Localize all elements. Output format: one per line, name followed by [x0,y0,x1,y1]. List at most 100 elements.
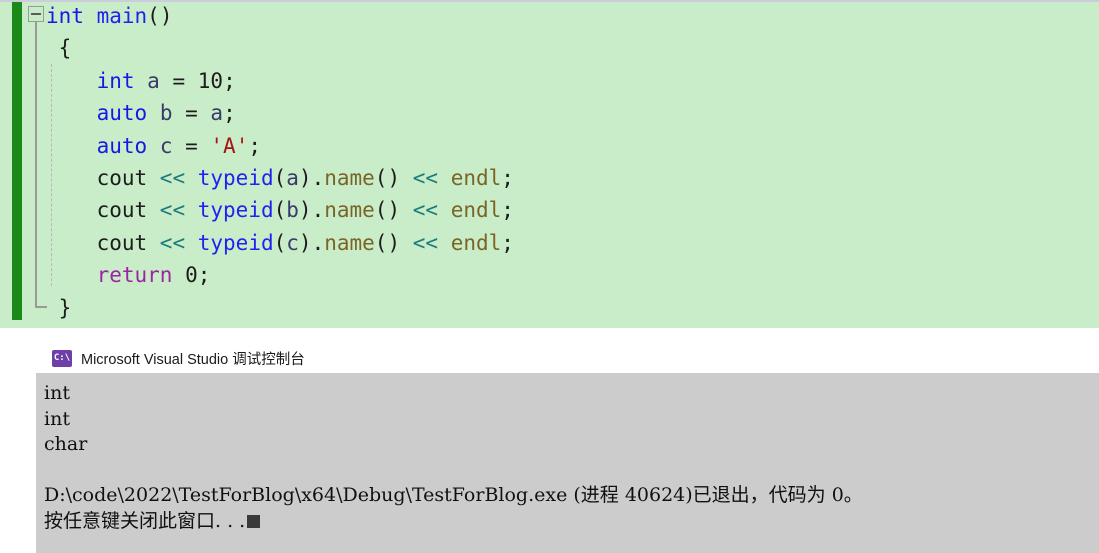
code-token: ). [298,230,325,255]
console-output-text: int int char D:\code\2022\TestForBlog\x64\D… [44,381,1099,534]
code-token: ( [273,165,287,190]
code-token: cout [96,165,160,190]
code-token: () [374,198,413,223]
console-window-title: Microsoft Visual Studio 调试控制台 [81,352,305,368]
code-token: cout [96,198,160,223]
code-token: << [159,165,186,190]
code-line: cout << typeid(b).name() << endl; [46,194,514,226]
console-line: D:\code\2022\TestForBlog\x64\Debug\TestF… [44,484,863,506]
code-token: auto [96,101,148,126]
code-token: b [159,101,173,126]
code-token: name [324,165,375,190]
code-token: << [412,198,439,223]
code-token: typeid [197,165,274,190]
code-line: int main() [46,0,514,32]
console-line: int [44,407,70,430]
code-token: a [286,165,299,190]
code-token: ; [197,263,211,288]
code-line: auto c = 'A'; [46,130,514,162]
console-title-bar[interactable]: C:\ Microsoft Visual Studio 调试控制台 [36,344,1099,373]
code-editor-pane[interactable]: int main() { int a = 10; auto b = a; aut… [0,0,1099,328]
code-token: { [58,36,72,61]
code-line: { [46,32,514,64]
command-prompt-icon: C:\ [52,350,72,367]
code-token: ; [501,230,514,255]
code-token: ; [223,68,236,93]
editor-indicator-margin[interactable] [0,2,12,328]
code-token: () [374,165,413,190]
code-token: ; [223,101,236,126]
code-line: cout << typeid(c).name() << endl; [46,227,514,259]
code-line: return 0; [46,259,514,291]
debug-console-window[interactable]: C:\ Microsoft Visual Studio 调试控制台 int int… [36,344,1099,553]
collapse-outline-icon[interactable] [28,6,44,22]
code-token: ; [501,165,514,190]
code-token: int [46,4,84,28]
code-token: typeid [197,230,274,255]
code-token: endl [450,165,502,190]
code-line: cout << typeid(a).name() << endl; [46,162,514,194]
code-token: main [96,4,148,28]
code-token: 'A' [210,133,249,158]
source-code-text[interactable]: int main() { int a = 10; auto b = a; aut… [46,0,514,324]
console-line: char [44,433,88,455]
code-token: = [159,68,198,93]
code-token: = [172,101,211,126]
code-token: ; [501,198,514,223]
code-token: return [96,263,173,288]
code-token: = [172,133,211,158]
code-token: ; [248,133,261,158]
code-token: << [412,230,439,255]
code-token: } [58,295,72,320]
code-token: endl [450,198,502,223]
console-output-area[interactable]: int int char D:\code\2022\TestForBlog\x64\D… [36,373,1099,553]
screenshot-root: int main() { int a = 10; auto b = a; aut… [0,0,1099,553]
code-token: << [412,165,439,190]
code-line: int a = 10; [46,65,514,97]
code-token: c [159,133,173,158]
console-cursor [247,514,261,528]
code-token: endl [450,230,502,255]
code-token: auto [96,133,148,158]
command-prompt-icon-glyph: C:\ [53,353,71,363]
unsaved-change-bar [12,2,22,320]
code-token: cout [96,230,160,255]
code-fold-bracket [35,22,37,308]
code-token: typeid [197,198,274,223]
console-line: int [44,382,70,404]
code-token: ( [273,230,287,255]
code-token: << [159,198,186,223]
code-token: << [159,230,186,255]
console-prompt-line: 按任意键关闭此窗口. . . [44,509,1099,535]
code-line: auto b = a; [46,97,514,129]
code-token: 10 [197,68,224,93]
code-token: name [324,230,375,255]
code-token: b [286,198,299,223]
code-token: a [147,68,160,93]
code-token: a [210,101,224,126]
code-token: 0 [185,263,198,288]
code-token: ). [298,198,325,223]
code-token: name [324,198,375,223]
code-token: () [147,4,173,28]
